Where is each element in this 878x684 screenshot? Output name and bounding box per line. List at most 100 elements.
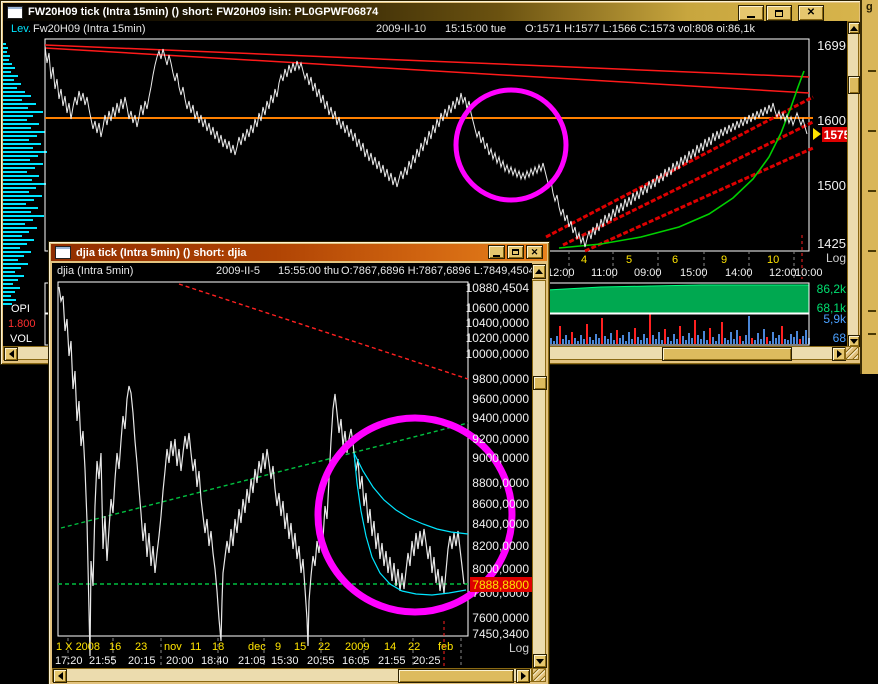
level-histogram-bar — [3, 107, 28, 109]
minimize-button[interactable] — [738, 5, 764, 21]
time-axis-label: 20:25 — [413, 655, 441, 667]
volume-bar — [700, 339, 702, 344]
scroll-up-button[interactable] — [848, 22, 860, 34]
window-title: FW20H09 tick (Intra 15min) () short: FW2… — [28, 6, 379, 18]
date-axis-label: 9 — [721, 254, 727, 266]
volume-bar — [619, 338, 621, 344]
resize-grip[interactable] — [532, 668, 546, 682]
v-scroll-thumb[interactable] — [848, 76, 860, 94]
close-button[interactable]: ✕ — [526, 245, 543, 259]
v-scrollbar[interactable] — [532, 280, 547, 668]
level-histogram-bar — [3, 291, 15, 293]
volume-bar — [766, 337, 768, 344]
volume-bar — [589, 337, 591, 344]
h-scrollbar[interactable] — [52, 668, 532, 683]
volume-bar — [652, 335, 654, 344]
scroll-down-button[interactable] — [533, 654, 547, 668]
volume-bar — [667, 337, 669, 344]
level-histogram-bar — [3, 131, 45, 133]
price-axis-label: 10000,0000 — [466, 347, 530, 361]
level-histogram-bar — [3, 99, 22, 101]
level-histogram-bar — [3, 139, 29, 141]
volume-bar — [694, 320, 696, 344]
volume-bar — [646, 338, 648, 344]
volume-bar — [643, 334, 645, 344]
close-button[interactable]: ✕ — [798, 5, 824, 21]
volume-bar — [712, 337, 714, 344]
maximize-button[interactable] — [507, 245, 524, 259]
volume-bar — [760, 339, 762, 344]
window-title: djia tick (Intra 5min) () short: djia — [76, 246, 247, 259]
level-histogram-bar — [3, 43, 6, 45]
volume-bar — [637, 337, 639, 344]
level-histogram-bar — [3, 159, 30, 161]
scroll-right-button[interactable] — [832, 347, 846, 361]
scroll-left-button[interactable] — [4, 347, 18, 361]
window-icon — [7, 5, 23, 19]
tick-mark — [868, 333, 876, 335]
date-axis-label: feb — [438, 641, 453, 653]
level-histogram-bar — [3, 171, 27, 173]
open-interest-label: 86,2k — [817, 282, 847, 296]
volume-bar — [790, 334, 792, 344]
level-histogram-bar — [3, 295, 11, 297]
volume-bar — [742, 341, 744, 344]
v-scrollbar[interactable] — [847, 21, 860, 347]
maximize-button[interactable] — [766, 5, 792, 21]
level-histogram-bar — [3, 279, 18, 281]
scroll-up-button[interactable] — [532, 264, 546, 279]
resize-grip[interactable] — [845, 346, 859, 360]
chart-background — [52, 280, 532, 682]
level-histogram-bar — [3, 163, 43, 165]
price-axis-label: 1500 — [817, 178, 846, 193]
volume-bar — [598, 338, 600, 344]
volume-bar — [664, 329, 666, 344]
djia-chart-canvas[interactable]: 10880,4504 10600,000010400,000010200,0000… — [52, 280, 532, 682]
volume-bar — [748, 316, 750, 344]
level-histogram-bar — [3, 195, 42, 197]
tick-mark — [868, 250, 876, 252]
level-histogram-bar — [3, 95, 31, 97]
time-axis-label: 17:20 — [55, 655, 83, 667]
scroll-right-button[interactable] — [516, 669, 530, 683]
titlebar-djia[interactable]: djia tick (Intra 5min) () short: djia — [51, 244, 547, 261]
level-histogram-bar — [3, 55, 10, 57]
volume-bar — [772, 332, 774, 344]
volume-bar — [793, 337, 795, 344]
volume-bar — [781, 326, 783, 344]
h-scroll-thumb[interactable] — [398, 669, 514, 683]
date-axis-label: nov — [164, 641, 182, 653]
volume-bar — [628, 332, 630, 344]
date-label: 2009-II-10 — [376, 23, 427, 35]
volume-bar — [631, 339, 633, 344]
level-histogram-bar — [3, 151, 47, 153]
volume-bar — [730, 332, 732, 344]
volume-bar — [649, 314, 651, 344]
volume-bar — [622, 335, 624, 344]
v-scroll-thumb[interactable] — [533, 376, 547, 390]
volume-bar — [739, 336, 741, 344]
level-histogram-bar — [3, 263, 28, 265]
volume-bar — [655, 339, 657, 344]
scroll-left-button[interactable] — [53, 669, 67, 683]
h-scroll-thumb[interactable] — [662, 347, 792, 361]
titlebar-fw20h09[interactable]: FW20H09 tick (Intra 15min) () short: FW2… — [3, 3, 859, 21]
level-histogram-bar — [3, 147, 33, 149]
price-axis-label: 9200,0000 — [472, 432, 529, 446]
time-axis-label: 09:00 — [634, 267, 662, 279]
minimize-button[interactable] — [488, 245, 505, 259]
time-axis-label: 20:55 — [307, 655, 335, 667]
time-label: 15:15:00 tue — [445, 23, 507, 35]
volume-bar — [751, 338, 753, 344]
date-axis-label: 14 — [384, 641, 396, 653]
volume-bar — [601, 318, 603, 344]
date-axis-label: 16 — [109, 641, 121, 653]
level-histogram-bar — [3, 255, 24, 257]
level-histogram-bar — [3, 215, 44, 217]
date-axis-label: 2009 — [345, 641, 369, 653]
last-price-value: 7888,8800 — [472, 578, 529, 592]
volume-bar — [574, 338, 576, 344]
time-axis-label: 20:15 — [128, 655, 156, 667]
volume-bar — [586, 324, 588, 344]
right-arrow-icon — [520, 672, 526, 680]
